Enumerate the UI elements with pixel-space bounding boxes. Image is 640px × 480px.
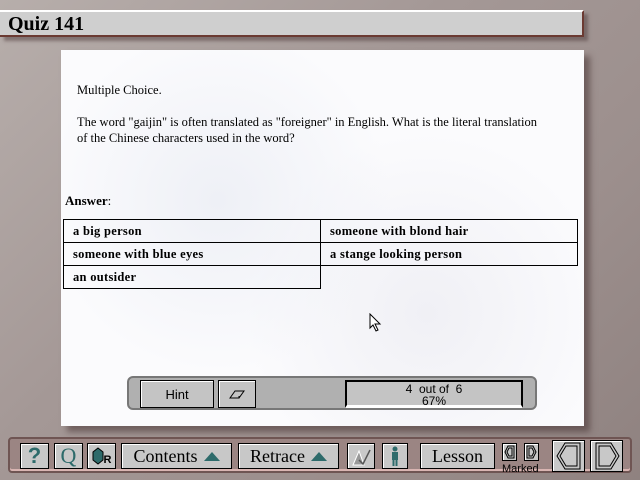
eraser-icon — [229, 390, 245, 399]
question-panel: Multiple Choice. The word "gaijin" is of… — [61, 50, 584, 426]
triangle-up-icon — [310, 451, 327, 461]
answer-option[interactable]: someone with blond hair — [320, 219, 578, 243]
help-icon: ? — [27, 443, 42, 468]
navigation-toolbar: ? Q R Contents Retrace Lesson Marked — [8, 437, 632, 475]
previous-page-button[interactable] — [552, 440, 585, 472]
lesson-label: Lesson — [432, 445, 483, 466]
answer-colon: : — [107, 193, 112, 208]
marked-label: Marked — [502, 463, 539, 475]
lesson-button[interactable]: Lesson — [420, 443, 495, 469]
page-title: Quiz 141 — [8, 13, 85, 35]
question-text: The word "gaijin" is often translated as… — [77, 115, 537, 145]
retrace-button[interactable]: Retrace — [238, 443, 339, 469]
glossary-button[interactable]: R — [87, 443, 116, 469]
marked-previous-button[interactable] — [502, 443, 517, 461]
answer-option[interactable]: a stange looking person — [320, 242, 578, 266]
book-r-label: R — [103, 454, 112, 466]
eraser-button[interactable] — [218, 380, 256, 408]
answer-label-text: Answer — [65, 193, 108, 208]
arrow-left-icon — [555, 442, 580, 470]
title-bar: Quiz 141 — [0, 10, 584, 37]
arrow-right-icon — [526, 445, 537, 459]
score-percent: 67% — [421, 394, 447, 408]
book-icon — [92, 447, 104, 465]
contents-button[interactable]: Contents — [121, 443, 232, 469]
graph-button[interactable] — [347, 443, 375, 469]
help-button[interactable]: ? — [20, 443, 49, 469]
triangle-up-icon — [203, 451, 220, 461]
graph-icon — [352, 449, 371, 466]
answer-option[interactable]: someone with blue eyes — [63, 242, 321, 266]
arrow-left-icon — [504, 445, 515, 459]
next-page-button[interactable] — [590, 440, 623, 472]
person-button[interactable] — [382, 443, 408, 469]
hint-bar: Hint 4 out of 6 67% — [127, 376, 537, 410]
mouse-cursor-icon — [369, 313, 382, 332]
question-type: Multiple Choice. — [77, 83, 162, 97]
retrace-label: Retrace — [250, 445, 305, 466]
person-icon — [392, 446, 398, 466]
arrow-right-icon — [595, 442, 620, 470]
empty-cell — [320, 265, 578, 289]
answer-options-table: a big person someone with blond hair some… — [63, 219, 578, 289]
quiz-button[interactable]: Q — [54, 443, 83, 469]
answer-label: Answer: — [65, 193, 111, 209]
answer-option[interactable]: an outsider — [63, 265, 321, 289]
answer-option[interactable]: a big person — [63, 219, 321, 243]
contents-label: Contents — [133, 445, 198, 466]
score-progress: 4 out of 6 67% — [345, 380, 523, 408]
hint-button[interactable]: Hint — [140, 380, 214, 408]
marked-next-button[interactable] — [524, 443, 539, 461]
quiz-icon: Q — [60, 443, 77, 468]
